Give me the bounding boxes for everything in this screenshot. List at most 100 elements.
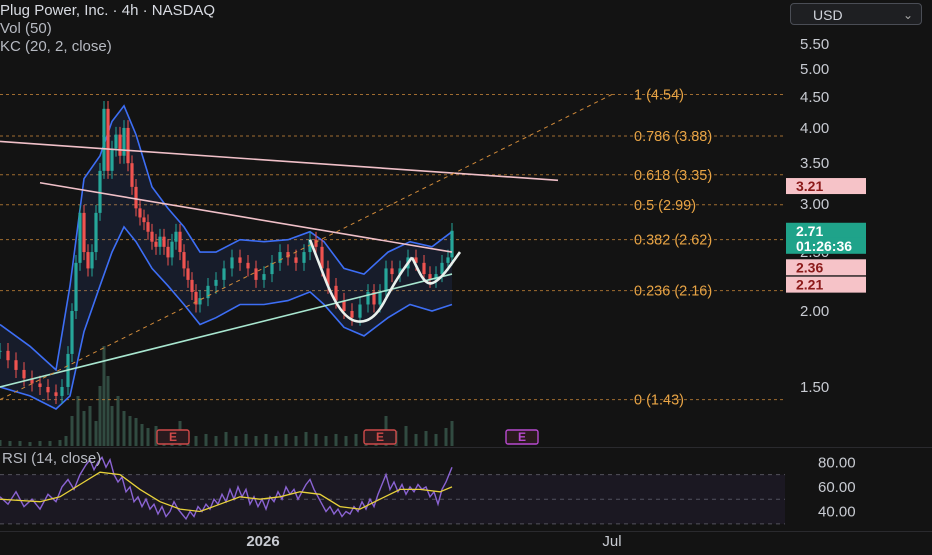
candle-body bbox=[422, 262, 426, 275]
candle-body bbox=[190, 279, 194, 292]
fib-level-label: 0.5 (2.99) bbox=[634, 198, 696, 214]
candle-body bbox=[342, 300, 346, 311]
volume-bar bbox=[88, 406, 92, 446]
volume-bar bbox=[404, 426, 408, 446]
volume-bar bbox=[324, 436, 328, 446]
volume-bar bbox=[140, 424, 144, 446]
rsi-legend: RSI (14, close) bbox=[2, 450, 102, 467]
candle-body bbox=[314, 239, 318, 247]
candle-body bbox=[358, 304, 362, 318]
volume-bar bbox=[284, 434, 288, 446]
volume-bar bbox=[244, 434, 248, 446]
candle-body bbox=[142, 217, 146, 223]
volume-bar bbox=[128, 416, 132, 446]
earnings-marker[interactable]: E bbox=[363, 429, 397, 445]
volume-bar bbox=[234, 436, 238, 446]
chevron-down-icon: ⌄ bbox=[902, 8, 913, 22]
candle-body bbox=[150, 231, 154, 242]
price-label-text: 01:26:36 bbox=[796, 238, 852, 254]
candle-body bbox=[98, 170, 102, 213]
candle-body bbox=[174, 231, 178, 242]
volume-bar bbox=[110, 406, 114, 446]
fib-level-label: 0.618 (3.35) bbox=[634, 168, 712, 184]
volume-bar bbox=[122, 411, 126, 446]
y-tick-label: 5.00 bbox=[800, 61, 829, 78]
price-label-text: 3.21 bbox=[796, 178, 823, 194]
candle-body bbox=[390, 268, 394, 275]
price-label-text: 2.36 bbox=[796, 259, 823, 275]
candle-body bbox=[350, 311, 354, 318]
candle-body bbox=[182, 252, 186, 269]
price-axis-label: 01:26:36 bbox=[786, 237, 866, 254]
volume-bar bbox=[18, 441, 22, 446]
volume-bar bbox=[274, 436, 278, 446]
chart-stage[interactable]: 1 (4.54) 0.786 (3.88) 0.618 (3.35) 0.5 (2.9… bbox=[0, 0, 932, 550]
candle-body bbox=[366, 291, 370, 305]
candle-body bbox=[14, 360, 18, 370]
rsi-tick-label: 40.00 bbox=[818, 504, 856, 521]
x-tick-label: 2026 bbox=[246, 533, 279, 550]
candle-body bbox=[134, 186, 138, 209]
earnings-marker[interactable]: E bbox=[505, 429, 539, 445]
price-axis-label: 2.21 bbox=[786, 276, 866, 293]
currency-label: USD bbox=[813, 7, 843, 23]
fib-level-label: 1 (4.54) bbox=[634, 87, 684, 103]
candle-body bbox=[440, 262, 444, 275]
chart-title: Plug Power, Inc. · 4h · NASDAQ bbox=[0, 2, 216, 19]
candle-body bbox=[246, 262, 250, 269]
candle-body bbox=[178, 231, 182, 253]
candle-body bbox=[6, 350, 10, 361]
candle-body bbox=[170, 241, 174, 258]
candle-body bbox=[60, 386, 64, 396]
candle-body bbox=[130, 163, 134, 187]
currency-dropdown[interactable]: USD ⌄ bbox=[790, 3, 922, 25]
pane-divider bbox=[0, 531, 932, 532]
volume-bar bbox=[106, 376, 110, 446]
rsi-tick-label: 80.00 bbox=[818, 454, 856, 471]
candle-body bbox=[230, 257, 234, 269]
y-tick-label: 3.00 bbox=[800, 196, 829, 213]
volume-bar bbox=[254, 436, 258, 446]
candle-body bbox=[54, 392, 58, 396]
x-tick-label: Jul bbox=[602, 533, 621, 550]
volume-bar bbox=[82, 411, 86, 446]
volume-bar bbox=[354, 434, 358, 446]
candle-body bbox=[82, 212, 86, 253]
volume-legend: Vol (50) bbox=[0, 20, 52, 37]
earnings-marker[interactable]: E bbox=[156, 429, 190, 445]
candle-body bbox=[146, 222, 150, 232]
volume-bar bbox=[146, 428, 150, 446]
candle-body bbox=[86, 252, 90, 269]
candle-body bbox=[118, 134, 122, 156]
volume-bar bbox=[8, 441, 12, 446]
volume-bar bbox=[134, 418, 138, 446]
y-tick-label: 1.50 bbox=[800, 379, 829, 396]
volume-bar bbox=[450, 421, 454, 446]
candle-body bbox=[278, 252, 282, 263]
candle-body bbox=[154, 241, 158, 247]
candle-body bbox=[78, 212, 82, 263]
volume-bar bbox=[98, 386, 102, 446]
candle-body bbox=[90, 252, 94, 269]
candle-body bbox=[38, 383, 42, 387]
fib-level-label: 0.236 (2.16) bbox=[634, 284, 712, 300]
volume-bar bbox=[76, 396, 80, 446]
volume-bar bbox=[434, 434, 438, 446]
y-tick-label: 2.00 bbox=[800, 303, 829, 320]
candle-body bbox=[166, 246, 170, 258]
volume-bar bbox=[444, 428, 448, 446]
candle-body bbox=[222, 268, 226, 280]
price-label-text: 2.21 bbox=[796, 277, 823, 293]
candle-body bbox=[294, 257, 298, 263]
candle-body bbox=[270, 262, 274, 275]
candle-body bbox=[158, 236, 162, 247]
price-label-text: 2.71 bbox=[796, 223, 823, 239]
candle-body bbox=[378, 291, 382, 305]
candle-body bbox=[114, 134, 118, 149]
volume-bar bbox=[214, 436, 218, 446]
kc-legend: KC (20, 2, close) bbox=[0, 38, 112, 55]
y-tick-label: 5.50 bbox=[800, 36, 829, 53]
candle-body bbox=[254, 268, 258, 280]
chart-svg[interactable]: 1 (4.54) 0.786 (3.88) 0.618 (3.35) 0.5 (2.9… bbox=[0, 0, 932, 550]
candle-body bbox=[450, 230, 454, 258]
